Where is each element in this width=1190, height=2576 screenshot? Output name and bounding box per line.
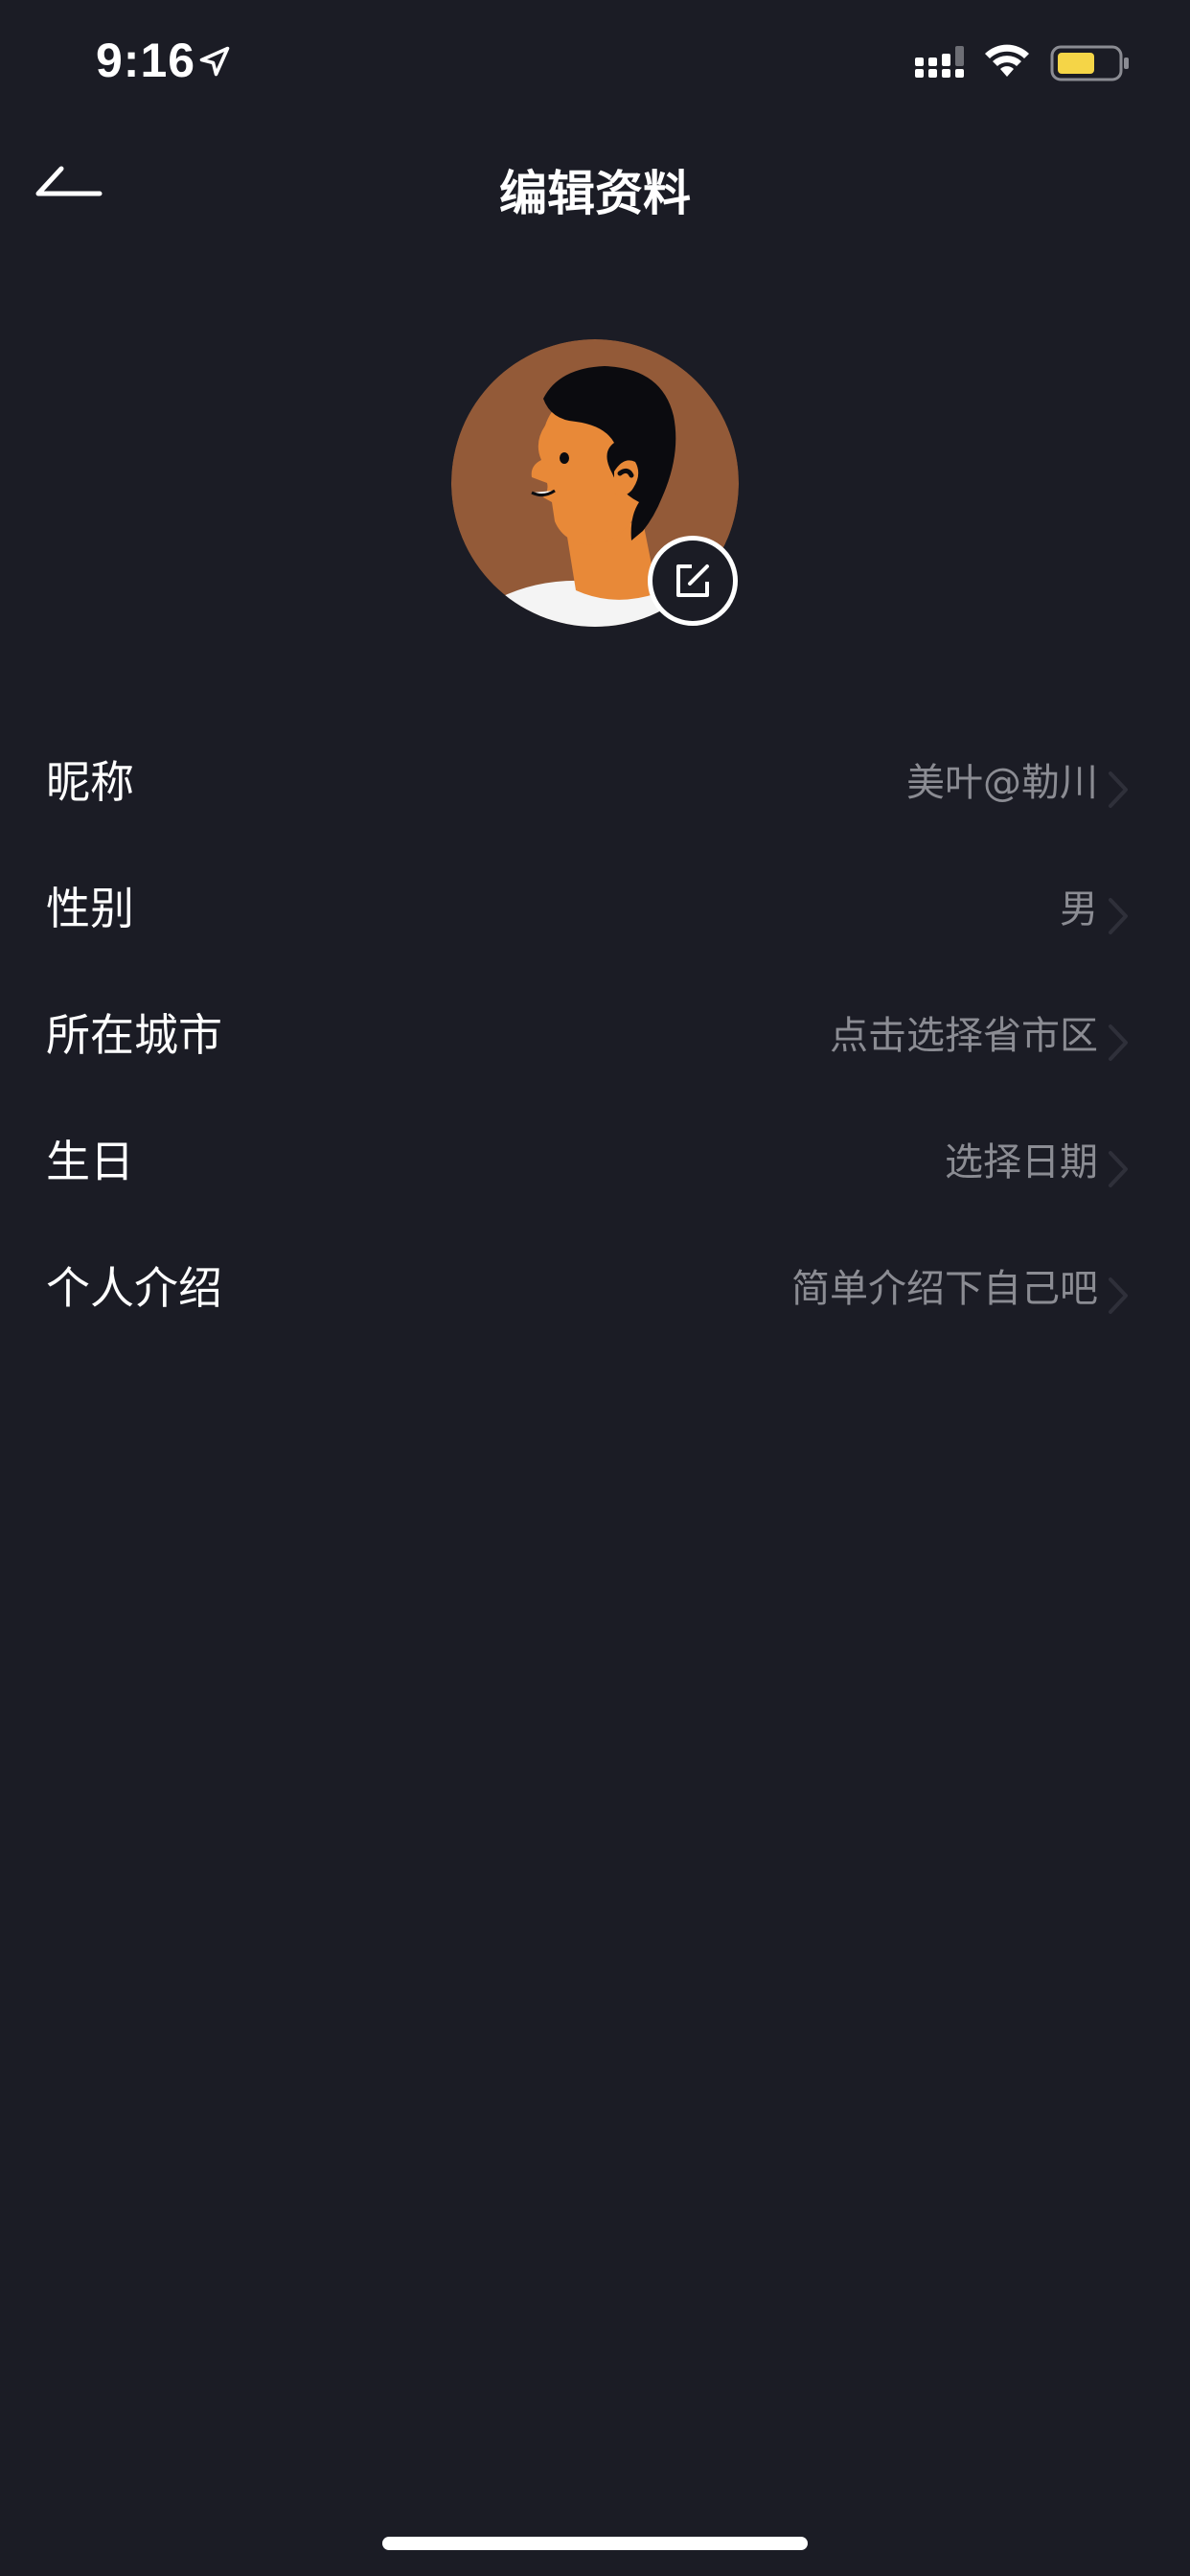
setting-row-birthday[interactable]: 生日 选择日期 [0,1092,1190,1219]
setting-value: 简单介绍下自己吧 [791,1267,1098,1311]
setting-value: 美叶@勒川 [906,761,1098,805]
setting-row-bio[interactable]: 个人介绍 简单介绍下自己吧 [0,1219,1190,1346]
setting-row-nickname[interactable]: 昵称 美叶@勒川 [0,713,1190,840]
avatar-container[interactable] [451,339,739,627]
avatar-edit-button[interactable] [648,536,738,626]
setting-label: 性别 [46,883,134,934]
chevron-right-icon [1109,1151,1128,1187]
chevron-right-icon [1109,898,1128,934]
setting-label: 所在城市 [46,1009,222,1061]
setting-label: 个人介绍 [46,1262,222,1314]
chevron-right-icon [1109,1024,1128,1061]
status-time: 9:16 [96,34,196,87]
setting-label: 生日 [46,1136,134,1187]
edit-icon [676,564,709,597]
edit-profile-screen: 9:16 编辑资料 昵称 美叶@勒川 性别 男 所在城市 点击选择省市区 生日 … [0,0,1190,2576]
setting-row-gender[interactable]: 性别 男 [0,840,1190,966]
cellular-signal-icon [915,46,964,78]
setting-value: 选择日期 [945,1140,1098,1184]
chevron-right-icon [1109,771,1128,808]
status-bar: 9:16 [0,0,1190,126]
setting-label: 昵称 [46,756,134,808]
battery-icon [1050,45,1129,81]
location-arrow-icon [199,46,230,77]
setting-value: 男 [1060,887,1098,932]
home-indicator[interactable] [382,2537,808,2550]
chevron-right-icon [1109,1277,1128,1314]
profile-settings-list: 昵称 美叶@勒川 性别 男 所在城市 点击选择省市区 生日 选择日期 个人介绍 … [0,713,1190,1346]
nav-bar: 编辑资料 [0,126,1190,253]
wifi-icon [985,44,1029,77]
setting-value: 点击选择省市区 [830,1014,1098,1058]
setting-row-city[interactable]: 所在城市 点击选择省市区 [0,966,1190,1092]
page-title: 编辑资料 [499,166,691,221]
